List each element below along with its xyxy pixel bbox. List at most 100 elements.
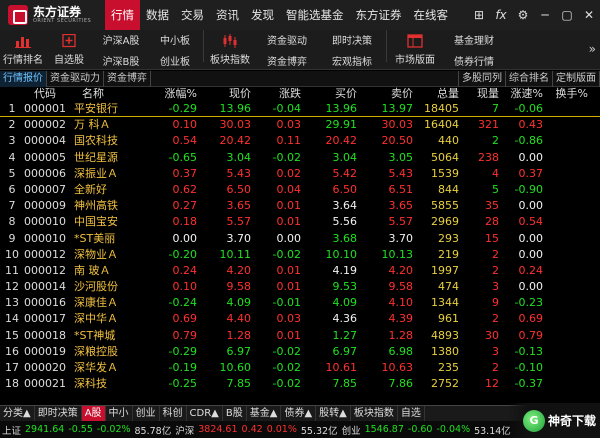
- table-row[interactable]: 17 000020 深华发Ａ -0.19 10.60 -0.02 10.61 10.63 235…: [0, 360, 600, 376]
- bond-quotes-button[interactable]: 债券行情: [454, 53, 494, 68]
- hs-index-change: 0.42: [241, 424, 263, 435]
- menu-quotes[interactable]: 行情: [105, 0, 140, 30]
- cell-current-vol: 3: [492, 280, 499, 294]
- table-row[interactable]: 8 000010 中国宝安 0.18 5.57 0.01 5.56 5.57 2969 28 0.5…: [0, 214, 600, 230]
- market-layout-button[interactable]: 市场版面: [390, 30, 440, 70]
- col-code[interactable]: 代码: [24, 87, 74, 101]
- bottom-tab[interactable]: 中小: [106, 406, 133, 421]
- bottom-tab[interactable]: 创业: [133, 406, 160, 421]
- sh-sz-a-button[interactable]: 沪深A股: [103, 32, 140, 47]
- hs-index-label: 沪深: [175, 425, 195, 437]
- watchlist-button[interactable]: 自选股: [46, 30, 92, 70]
- table-body: 1 000001 平安银行 -0.29 13.96 -0.04 13.96 13.97 1840…: [0, 101, 600, 392]
- composite-rank-button[interactable]: 综合排名: [506, 71, 553, 87]
- table-row[interactable]: 12 000014 沙河股份 0.10 9.58 0.01 9.53 9.58 474 3 0.00: [0, 279, 600, 295]
- menu-data[interactable]: 数据: [140, 0, 175, 30]
- candles-icon: [222, 34, 238, 48]
- tab-fund-drive[interactable]: 资金驱动力: [47, 70, 104, 87]
- col-name[interactable]: 名称: [74, 87, 142, 101]
- cell-bid: 1.27: [332, 328, 358, 342]
- sme-board-button[interactable]: 中小板: [160, 32, 190, 47]
- cell-name: 全新好: [74, 182, 107, 196]
- bottom-tab[interactable]: 分类▲: [0, 406, 35, 421]
- cell-index: 18: [5, 377, 19, 391]
- macro-indicator-button[interactable]: 宏观指标: [332, 53, 372, 68]
- fund-finance-button[interactable]: 基金理财: [454, 32, 494, 47]
- bottom-tab[interactable]: 科创: [160, 406, 187, 421]
- table-row[interactable]: 5 000006 深振业Ａ 0.37 5.43 0.02 5.42 5.43 1539 4 0.37: [0, 166, 600, 182]
- cell-name: 中国宝安: [74, 215, 118, 229]
- col-turnover[interactable]: 换手%: [543, 87, 588, 101]
- tab-quotes[interactable]: 行情报价: [0, 70, 47, 87]
- fund-game-button[interactable]: 资金博弈: [267, 53, 307, 68]
- gem-board-button[interactable]: 创业板: [160, 53, 190, 68]
- sector-index-button[interactable]: 板块指数: [207, 30, 253, 70]
- col-change-pct[interactable]: 涨幅%: [142, 87, 197, 101]
- bottom-tab[interactable]: A股: [81, 406, 106, 421]
- col-current-vol[interactable]: 现量: [459, 87, 499, 101]
- table-row[interactable]: 6 000007 全新好 0.62 6.50 0.04 6.50 6.51 844 5 -0.90: [0, 182, 600, 198]
- sh-sz-b-button[interactable]: 沪深B股: [103, 53, 140, 68]
- col-bid[interactable]: 买价: [301, 87, 357, 101]
- table-row[interactable]: 2 000002 万 科Ａ 0.10 30.03 0.03 29.91 30.03 16404 3…: [0, 117, 600, 133]
- cell-bid: 4.36: [332, 312, 358, 326]
- gear-icon[interactable]: ⚙: [512, 8, 534, 22]
- table-row[interactable]: 15 000018 *ST神城 0.79 1.28 0.01 1.27 1.28 4893 30 0…: [0, 328, 600, 344]
- bottom-tab[interactable]: 板块指数: [351, 406, 398, 421]
- watermark-text: 神奇下载: [547, 414, 596, 428]
- bottom-tab[interactable]: 股转▲: [316, 406, 351, 421]
- cell-change: 0.01: [276, 215, 302, 229]
- custom-layout-button[interactable]: 定制版面: [553, 71, 600, 87]
- menu-online-service[interactable]: 在线客: [408, 0, 455, 30]
- cell-index: 15: [5, 328, 19, 342]
- table-row[interactable]: 1 000001 平安银行 -0.29 13.96 -0.04 13.96 13.97 1840…: [0, 101, 600, 118]
- bottom-tab[interactable]: 基金▲: [247, 406, 282, 421]
- bottom-tab[interactable]: CDR▲: [187, 406, 223, 421]
- table-row[interactable]: 11 000012 南 玻Ａ 0.24 4.20 0.01 4.19 4.20 1997 2 0.2…: [0, 263, 600, 279]
- cell-speed: -0.86: [514, 134, 543, 148]
- table-row[interactable]: 18 000021 深科技 -0.25 7.85 -0.02 7.85 7.86 2752 12 -…: [0, 376, 600, 392]
- table-row[interactable]: 16 000019 深粮控股 -0.29 6.97 -0.02 6.97 6.98 1380 3 -…: [0, 344, 600, 360]
- bottom-tab[interactable]: 债券▲: [281, 406, 317, 421]
- fund-drive-button[interactable]: 资金驱动: [267, 32, 307, 47]
- bottom-tab[interactable]: 自选: [398, 406, 425, 421]
- sh-index-value: 2941.64: [25, 424, 65, 435]
- bottom-tab[interactable]: B股: [223, 406, 247, 421]
- table-row[interactable]: 3 000004 国农科技 0.54 20.42 0.11 20.42 20.50 440 2 -0…: [0, 133, 600, 149]
- menu-news[interactable]: 资讯: [210, 0, 245, 30]
- grid-icon[interactable]: ⊞: [468, 8, 490, 22]
- table-row[interactable]: 9 000010 *ST美丽 0.00 3.70 0.00 3.68 3.70 293 15 0.0…: [0, 231, 600, 247]
- menu-smart-fund[interactable]: 智能选基金: [280, 0, 350, 30]
- col-ask[interactable]: 卖价: [357, 87, 413, 101]
- table-row[interactable]: 10 000012 深物业Ａ -0.20 10.11 -0.02 10.10 10.13 219…: [0, 247, 600, 263]
- formula-icon[interactable]: fx: [490, 8, 512, 22]
- minimize-icon[interactable]: ─: [534, 8, 556, 22]
- table-row[interactable]: 7 000009 神州高铁 0.27 3.65 0.01 3.64 3.65 5855 35 0.0…: [0, 198, 600, 214]
- app-logo[interactable]: 东方证券 ORIENT SECURITIES: [0, 0, 105, 30]
- maximize-icon[interactable]: ▢: [556, 8, 578, 22]
- cell-volume: 1997: [431, 263, 459, 277]
- instant-decision-button[interactable]: 即时决策: [332, 32, 372, 47]
- cell-name: 万 科Ａ: [74, 118, 111, 132]
- tab-fund-game[interactable]: 资金博弈: [104, 70, 151, 87]
- table-row[interactable]: 4 000005 世纪星源 -0.65 3.04 -0.02 3.04 3.05 5064 238…: [0, 150, 600, 166]
- menu-trade[interactable]: 交易: [175, 0, 210, 30]
- close-icon[interactable]: ✕: [578, 8, 600, 22]
- col-speed[interactable]: 涨速%: [499, 87, 543, 101]
- ranking-button[interactable]: 行情排名: [0, 30, 46, 70]
- multi-stock-button[interactable]: 多股同列: [458, 71, 506, 87]
- cell-index: 16: [5, 344, 19, 358]
- bottom-tab[interactable]: 即时决策: [35, 406, 82, 421]
- cell-current-vol: 12: [485, 377, 499, 391]
- menu-discover[interactable]: 发现: [245, 0, 280, 30]
- menu-orient[interactable]: 东方证券: [350, 0, 408, 30]
- col-volume[interactable]: 总量: [413, 87, 459, 101]
- cell-turnover: [543, 182, 588, 198]
- col-price[interactable]: 现价: [197, 87, 251, 101]
- cell-change: 0.01: [276, 263, 302, 277]
- table-row[interactable]: 14 000017 深中华Ａ 0.69 4.40 0.03 4.36 4.39 961 2 0.69: [0, 311, 600, 327]
- expand-icon[interactable]: »: [589, 42, 596, 56]
- cell-index: 12: [5, 280, 19, 294]
- col-change[interactable]: 涨跌: [251, 87, 301, 101]
- table-row[interactable]: 13 000016 深康佳Ａ -0.24 4.09 -0.01 4.09 4.10 1344 9 -…: [0, 295, 600, 311]
